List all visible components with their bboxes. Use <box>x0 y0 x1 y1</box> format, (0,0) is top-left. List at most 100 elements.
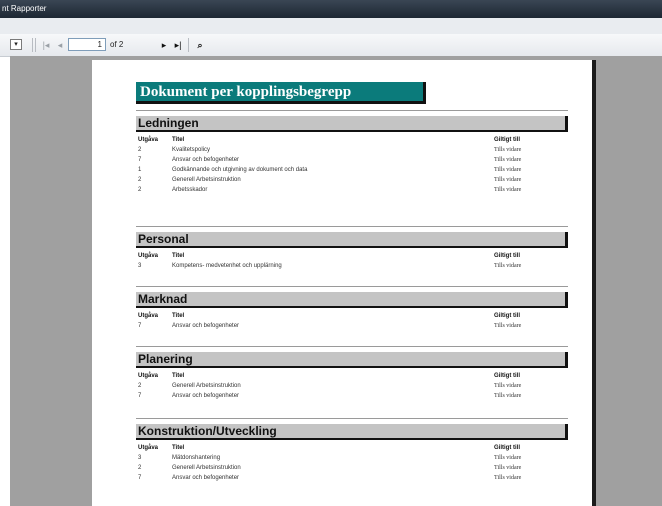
cell-giltig: Tills vidare <box>494 383 522 389</box>
cell-titel: Ansvar och befogenheter <box>172 393 240 399</box>
table-row: 7 Ansvar och befogenheter Tills vidare <box>136 474 568 484</box>
cell-giltig: Tills vidare <box>494 455 522 461</box>
table-row: 2 Kvalitetspolicy Tills vidare <box>136 146 568 156</box>
column-header-utgava: Utgåva <box>138 313 159 319</box>
report-section: Planering Utgåva Titel Giltigt till 2 Generel… <box>136 346 568 402</box>
toolbar-separator <box>188 38 189 52</box>
table-row: 3 Kompetens- medvetenhet och upplärning Ti… <box>136 262 568 272</box>
section-header: Personal <box>136 232 568 248</box>
table-row: 2 Arbetsskador Tills vidare <box>136 186 568 196</box>
column-header-titel: Titel <box>172 313 185 319</box>
first-page-icon[interactable]: |◂ <box>40 38 52 52</box>
column-header-utgava: Utgåva <box>138 445 159 451</box>
cell-giltig: Tills vidare <box>494 465 522 471</box>
cell-giltig: Tills vidare <box>494 323 522 329</box>
column-header-titel: Titel <box>172 445 185 451</box>
cell-titel: Ansvar och befogenheter <box>172 157 240 163</box>
section-header: Ledningen <box>136 116 568 132</box>
cell-utgava: 7 <box>138 393 142 399</box>
cell-utgava: 3 <box>138 455 142 461</box>
column-header-giltig: Giltigt till <box>494 373 520 379</box>
toolbar-separator <box>35 38 36 52</box>
cell-utgava: 2 <box>138 177 142 183</box>
table-row: 7 Ansvar och befogenheter Tills vidare <box>136 322 568 332</box>
cell-titel: Kompetens- medvetenhet och upplärning <box>172 263 282 269</box>
cell-utgava: 7 <box>138 157 142 163</box>
cell-utgava: 7 <box>138 323 142 329</box>
section-header: Marknad <box>136 292 568 308</box>
chevron-down-icon: ▾ <box>14 41 18 48</box>
cell-titel: Generell Arbetsinstruktion <box>172 383 241 389</box>
report-title: Dokument per kopplingsbegrepp <box>140 84 352 100</box>
zoom-dropdown[interactable]: ▾ <box>10 39 22 50</box>
cell-titel: Generell Arbetsinstruktion <box>172 177 241 183</box>
column-header-utgava: Utgåva <box>138 137 159 143</box>
cell-titel: Mätdonshantering <box>172 455 221 461</box>
report-toolbar: ▾ |◂ ◂ 1 of 2 ▸ ▸| ⌕ <box>0 34 662 57</box>
column-header-row: Utgåva Titel Giltigt till <box>136 136 568 146</box>
menu-strip <box>0 18 662 35</box>
next-page-icon[interactable]: ▸ <box>158 38 170 52</box>
table-row: 7 Ansvar och befogenheter Tills vidare <box>136 392 568 402</box>
cell-titel: Kvalitetspolicy <box>172 147 211 153</box>
report-viewer[interactable]: Dokument per kopplingsbegrepp Ledningen U… <box>10 56 662 506</box>
column-header-row: Utgåva Titel Giltigt till <box>136 312 568 322</box>
cell-titel: Ansvar och befogenheter <box>172 323 240 329</box>
cell-giltig: Tills vidare <box>494 167 522 173</box>
column-header-row: Utgåva Titel Giltigt till <box>136 372 568 382</box>
cell-giltig: Tills vidare <box>494 177 522 183</box>
report-page: Dokument per kopplingsbegrepp Ledningen U… <box>92 60 596 506</box>
cell-utgava: 2 <box>138 187 142 193</box>
cell-utgava: 7 <box>138 475 142 481</box>
cell-titel: Generell Arbetsinstruktion <box>172 465 241 471</box>
column-header-titel: Titel <box>172 373 185 379</box>
report-title-box: Dokument per kopplingsbegrepp <box>136 82 426 104</box>
column-header-utgava: Utgåva <box>138 253 159 259</box>
window-titlebar: nt Rapporter <box>0 0 662 18</box>
current-page-input[interactable]: 1 <box>68 38 106 51</box>
column-header-titel: Titel <box>172 137 185 143</box>
column-header-giltig: Giltigt till <box>494 137 520 143</box>
column-header-giltig: Giltigt till <box>494 313 520 319</box>
section-divider <box>136 110 568 111</box>
cell-utgava: 3 <box>138 263 142 269</box>
previous-page-icon[interactable]: ◂ <box>54 38 66 52</box>
cell-giltig: Tills vidare <box>494 393 522 399</box>
section-divider <box>136 286 568 287</box>
report-section: Ledningen Utgåva Titel Giltigt till 2 Kvalite… <box>136 110 568 196</box>
find-binoculars-icon[interactable]: ⌕ <box>194 38 206 52</box>
cell-utgava: 2 <box>138 147 142 153</box>
table-row: 3 Mätdonshantering Tills vidare <box>136 454 568 464</box>
cell-giltig: Tills vidare <box>494 187 522 193</box>
table-row: 2 Generell Arbetsinstruktion Tills vidare <box>136 176 568 186</box>
column-header-giltig: Giltigt till <box>494 253 520 259</box>
page-count: of 2 <box>110 40 124 49</box>
column-header-row: Utgåva Titel Giltigt till <box>136 252 568 262</box>
table-row: 1 Godkännande och utgivning av dokument o… <box>136 166 568 176</box>
cell-giltig: Tills vidare <box>494 475 522 481</box>
column-header-row: Utgåva Titel Giltigt till <box>136 444 568 454</box>
section-header: Konstruktion/Utveckling <box>136 424 568 440</box>
table-row: 7 Ansvar och befogenheter Tills vidare <box>136 156 568 166</box>
section-divider <box>136 346 568 347</box>
cell-utgava: 2 <box>138 383 142 389</box>
cell-giltig: Tills vidare <box>494 147 522 153</box>
report-section: Personal Utgåva Titel Giltigt till 3 Kompeten… <box>136 226 568 272</box>
cell-titel: Arbetsskador <box>172 187 208 193</box>
cell-titel: Ansvar och befogenheter <box>172 475 240 481</box>
table-row: 2 Generell Arbetsinstruktion Tills vidare <box>136 382 568 392</box>
cell-utgava: 1 <box>138 167 142 173</box>
cell-titel: Godkännande och utgivning av dokument oc… <box>172 167 308 173</box>
table-row: 2 Generell Arbetsinstruktion Tills vidare <box>136 464 568 474</box>
window-title: nt Rapporter <box>2 4 47 13</box>
column-header-giltig: Giltigt till <box>494 445 520 451</box>
section-divider <box>136 226 568 227</box>
cell-giltig: Tills vidare <box>494 263 522 269</box>
column-header-titel: Titel <box>172 253 185 259</box>
last-page-icon[interactable]: ▸| <box>172 38 184 52</box>
section-header: Planering <box>136 352 568 368</box>
cell-giltig: Tills vidare <box>494 157 522 163</box>
toolbar-separator <box>32 38 33 52</box>
report-section: Marknad Utgåva Titel Giltigt till 7 Ansvar oc… <box>136 286 568 332</box>
cell-utgava: 2 <box>138 465 142 471</box>
